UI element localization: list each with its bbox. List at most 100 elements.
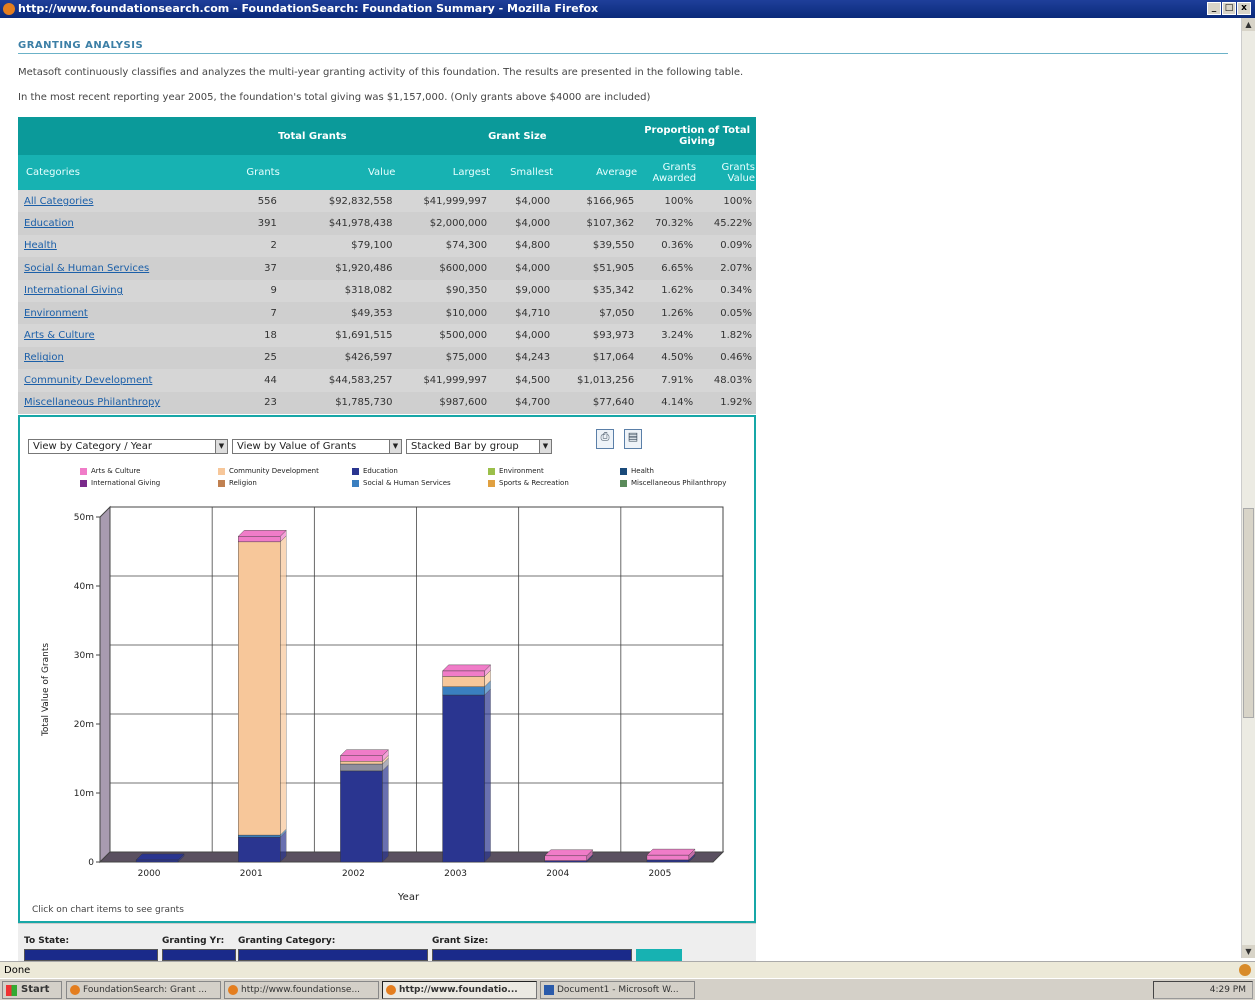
y-tick-label: 30m <box>74 651 94 661</box>
granting-category-label: Granting Category: <box>238 936 336 946</box>
system-tray: 4:29 PM <box>1153 981 1253 999</box>
bar-face[interactable] <box>340 770 383 863</box>
category-link[interactable]: Miscellaneous Philanthropy <box>24 397 160 408</box>
y-tick-label: 50m <box>74 513 94 523</box>
bar-face[interactable] <box>238 836 281 863</box>
cell-grants: 37 <box>228 257 281 280</box>
taskbar-item-label: FoundationSearch: Grant ... <box>83 985 207 995</box>
filter-bar: To State: Granting Yr: Granting Category… <box>18 923 756 961</box>
legend-label: Religion <box>229 479 257 487</box>
category-link[interactable]: Religion <box>24 352 64 363</box>
bar-face[interactable] <box>340 763 383 772</box>
legend-item[interactable]: Sports & Recreation <box>488 479 569 487</box>
col-grants-value[interactable]: Grants Value <box>697 155 756 190</box>
bar-face[interactable] <box>238 536 281 543</box>
bar-face[interactable] <box>646 859 690 863</box>
x-tick-label: 2002 <box>342 869 365 879</box>
grant-size-select[interactable] <box>432 949 632 961</box>
granting-year-label: Granting Yr: <box>162 936 225 946</box>
bar-face[interactable] <box>544 855 587 861</box>
category-link[interactable]: Health <box>24 240 57 251</box>
category-link[interactable]: Social & Human Services <box>24 263 149 274</box>
close-button[interactable]: x <box>1237 2 1251 15</box>
bar-side <box>280 535 287 836</box>
cell-value: $92,832,558 <box>280 190 397 213</box>
to-state-select[interactable] <box>24 949 158 961</box>
category-link[interactable]: Arts & Culture <box>24 330 95 341</box>
maximize-button[interactable]: □ <box>1222 2 1236 15</box>
bar-face[interactable] <box>442 670 485 677</box>
col-largest[interactable]: Largest <box>396 155 492 190</box>
legend-item[interactable]: International Giving <box>80 479 160 487</box>
y-tick-label: 0 <box>88 858 94 868</box>
bar-face[interactable] <box>646 854 690 861</box>
legend-item[interactable]: Community Development <box>218 467 319 475</box>
bar-top <box>646 848 696 856</box>
legend-item[interactable]: Health <box>620 467 654 475</box>
col-grants-awarded[interactable]: Grants Awarded <box>638 155 698 190</box>
bar-segment[interactable] <box>442 688 491 863</box>
cell-largest: $75,000 <box>396 346 492 370</box>
bar-face[interactable] <box>442 694 485 863</box>
scrollbar-thumb[interactable] <box>1243 508 1254 718</box>
cell-largest: $500,000 <box>396 324 492 347</box>
col-average[interactable]: Average <box>554 155 639 190</box>
bar-face[interactable] <box>238 834 281 838</box>
granting-category-select[interactable] <box>238 949 428 961</box>
cell-category: All Categories <box>18 190 229 213</box>
y-tick-label: 40m <box>74 582 94 592</box>
category-link[interactable]: Environment <box>24 308 88 319</box>
taskbar-item[interactable]: FoundationSearch: Grant ... <box>66 981 221 999</box>
category-link[interactable]: Community Development <box>24 375 152 386</box>
bar-face[interactable] <box>238 541 281 836</box>
cell-gvalue: 0.09% <box>697 234 756 258</box>
cell-gvalue: 1.82% <box>697 324 756 347</box>
taskbar-item-active[interactable]: http://www.foundatio... <box>382 981 537 999</box>
taskbar-item[interactable]: http://www.foundationse... <box>224 981 379 999</box>
bar-face[interactable] <box>442 686 485 696</box>
taskbar-item[interactable]: Document1 - Microsoft W... <box>540 981 695 999</box>
legend-item[interactable]: Social & Human Services <box>352 479 451 487</box>
minimize-button[interactable]: _ <box>1207 2 1221 15</box>
view-category-year-select[interactable]: View by Category / Year ▼ <box>28 439 228 454</box>
cell-gvalue: 2.07% <box>697 257 756 280</box>
bar-face[interactable] <box>340 755 383 762</box>
chart-type-select[interactable]: Stacked Bar by group ▼ <box>406 439 552 454</box>
bar-face[interactable] <box>544 860 587 863</box>
firefox-icon <box>70 985 80 995</box>
bar-face[interactable] <box>442 676 485 687</box>
cell-category: Social & Human Services <box>18 257 229 280</box>
legend-item[interactable]: Environment <box>488 467 544 475</box>
legend-label: Environment <box>499 467 544 475</box>
bar-face[interactable] <box>135 859 179 863</box>
legend-item[interactable]: Education <box>352 467 398 475</box>
start-button[interactable]: Start <box>2 981 62 999</box>
view-value-select[interactable]: View by Value of Grants ▼ <box>232 439 402 454</box>
cell-smallest: $9,000 <box>491 279 555 302</box>
cell-average: $107,362 <box>554 212 639 235</box>
category-link[interactable]: All Categories <box>24 196 93 207</box>
col-categories[interactable]: Categories <box>18 155 229 190</box>
go-button[interactable] <box>636 949 682 961</box>
col-smallest[interactable]: Smallest <box>491 155 555 190</box>
category-link[interactable]: International Giving <box>24 285 123 296</box>
bar-segment[interactable] <box>340 764 389 863</box>
col-grants[interactable]: Grants <box>228 155 281 190</box>
bar-face[interactable] <box>340 761 383 765</box>
legend-item[interactable]: Religion <box>218 479 257 487</box>
export-icon[interactable]: ▤ <box>624 429 642 449</box>
legend-item[interactable]: Miscellaneous Philanthropy <box>620 479 726 487</box>
scroll-up-arrow-icon[interactable]: ▲ <box>1242 18 1255 31</box>
vertical-scrollbar[interactable]: ▲ ▼ <box>1241 18 1255 958</box>
scroll-down-arrow-icon[interactable]: ▼ <box>1242 945 1255 958</box>
cell-awarded: 1.26% <box>638 301 698 325</box>
granting-year-select[interactable] <box>162 949 236 961</box>
print-icon[interactable]: ⎙ <box>596 429 614 449</box>
word-icon <box>544 985 554 995</box>
category-link[interactable]: Education <box>24 218 74 229</box>
bar-segment[interactable] <box>238 535 287 836</box>
col-value[interactable]: Value <box>280 155 397 190</box>
stacked-bar-chart[interactable]: 0 10m 20m 30m 40m 50m 2000 2001 2002 2003 2004 2005… <box>20 497 754 907</box>
table-row: Education 391 $41,978,438 $2,000,000 $4,000 $… <box>18 212 756 235</box>
legend-item[interactable]: Arts & Culture <box>80 467 140 475</box>
